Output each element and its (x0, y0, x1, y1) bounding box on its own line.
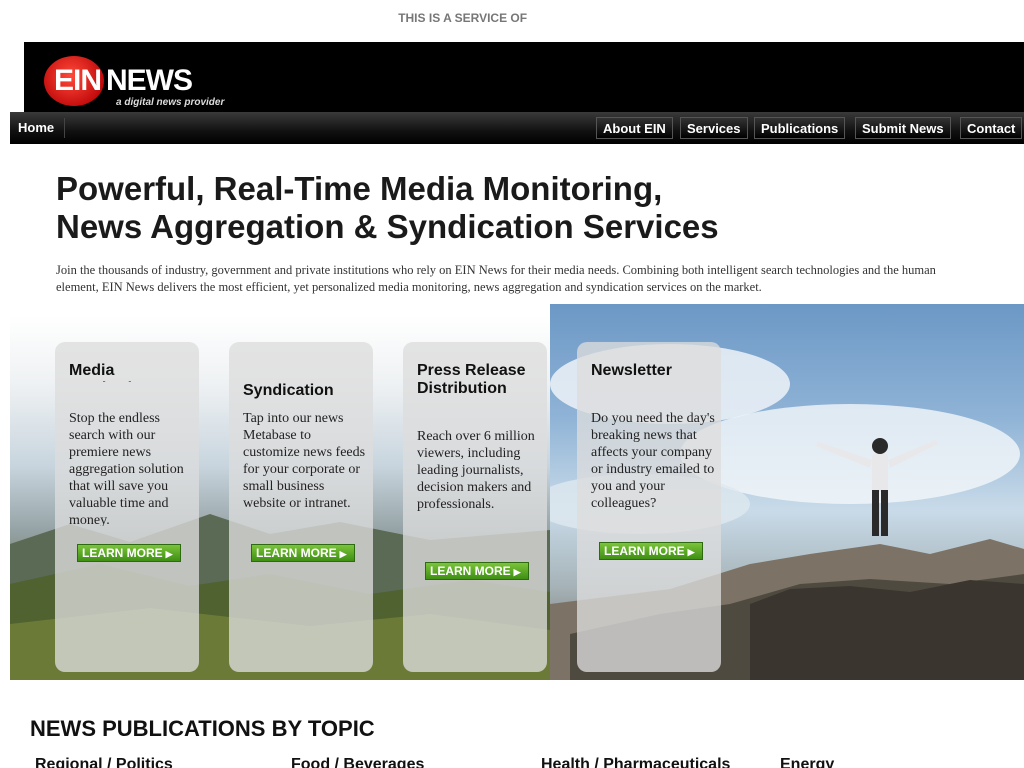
topics-heading: NEWS PUBLICATIONS BY TOPIC (30, 716, 375, 741)
card-text: Tap into our news Metabase to customize … (243, 411, 366, 511)
service-bar-text: THIS IS A SERVICE OF (398, 11, 528, 25)
learn-more-label: LEARN MORE (256, 546, 337, 560)
card-title: Newsletter (591, 362, 672, 379)
logo-ein-text: EIN (54, 64, 102, 97)
card-text: Stop the endless search with our premier… (69, 411, 184, 526)
play-arrow-icon: ▶ (339, 549, 347, 559)
card-media-monitoring: Media Monitoring Stop the endless search… (55, 342, 199, 672)
nav-contact[interactable]: Contact (960, 117, 1023, 139)
learn-more-button[interactable]: LEARN MORE ▶ (599, 542, 703, 560)
logo-tagline: a digital news provider (116, 97, 225, 108)
play-arrow-icon: ▶ (165, 549, 173, 559)
card-text: Do you need the day's breaking news that… (591, 411, 715, 511)
hero-intro-text: Join the thousands of industry, governme… (56, 263, 936, 294)
card-newsletter: Newsletter Do you need the day's breakin… (577, 342, 721, 672)
topic-energy[interactable]: Energy (780, 756, 834, 768)
card-title: Press Release Distribution (417, 362, 526, 397)
headline-line-1: Powerful, Real-Time Media Monitoring, (56, 170, 663, 207)
topic-food-beverages[interactable]: Food / Beverages (291, 756, 424, 768)
nav-submit-news[interactable]: Submit News (855, 117, 951, 139)
site-header: EIN NEWS a digital news provider (24, 42, 1024, 114)
learn-more-label: LEARN MORE (430, 564, 511, 578)
main-nav: Home About EIN Services Publications Sub… (10, 112, 1024, 144)
card-title: Syndication (243, 382, 334, 399)
card-title: Media Monitoring (69, 362, 152, 382)
nav-home[interactable]: Home (18, 118, 66, 138)
nav-about-ein[interactable]: About EIN (596, 117, 673, 139)
card-syndication: Syndication Tap into our news Metabase t… (229, 342, 373, 672)
hero-banner: Powerful, Real-Time Media Monitoring, Ne… (10, 144, 1024, 680)
learn-more-button[interactable]: LEARN MORE ▶ (251, 544, 355, 562)
learn-more-button[interactable]: LEARN MORE ▶ (425, 562, 529, 580)
headline-line-2: News Aggregation & Syndication Services (56, 208, 719, 245)
play-arrow-icon: ▶ (513, 567, 521, 577)
learn-more-label: LEARN MORE (604, 544, 685, 558)
card-press-release-distribution: Press Release Distribution Reach over 6 … (403, 342, 547, 672)
hero-headline: Powerful, Real-Time Media Monitoring, Ne… (56, 170, 956, 246)
nav-publications[interactable]: Publications (754, 117, 846, 139)
play-arrow-icon: ▶ (687, 547, 695, 557)
nav-services[interactable]: Services (680, 117, 748, 139)
topic-regional-politics[interactable]: Regional / Politics (35, 756, 173, 768)
service-bar-provider[interactable]: EIN PRESSWIRE (530, 11, 626, 25)
ein-news-logo[interactable]: EIN NEWS a digital news provider (38, 54, 246, 108)
learn-more-button[interactable]: LEARN MORE ▶ (77, 544, 181, 562)
service-bar: THIS IS A SERVICE OF EIN PRESSWIRE (0, 0, 1024, 36)
card-text: Reach over 6 million viewers, including … (417, 429, 535, 512)
topic-health-pharmaceuticals[interactable]: Health / Pharmaceuticals (541, 756, 730, 768)
logo-news-text: NEWS (106, 64, 193, 97)
learn-more-label: LEARN MORE (82, 546, 163, 560)
